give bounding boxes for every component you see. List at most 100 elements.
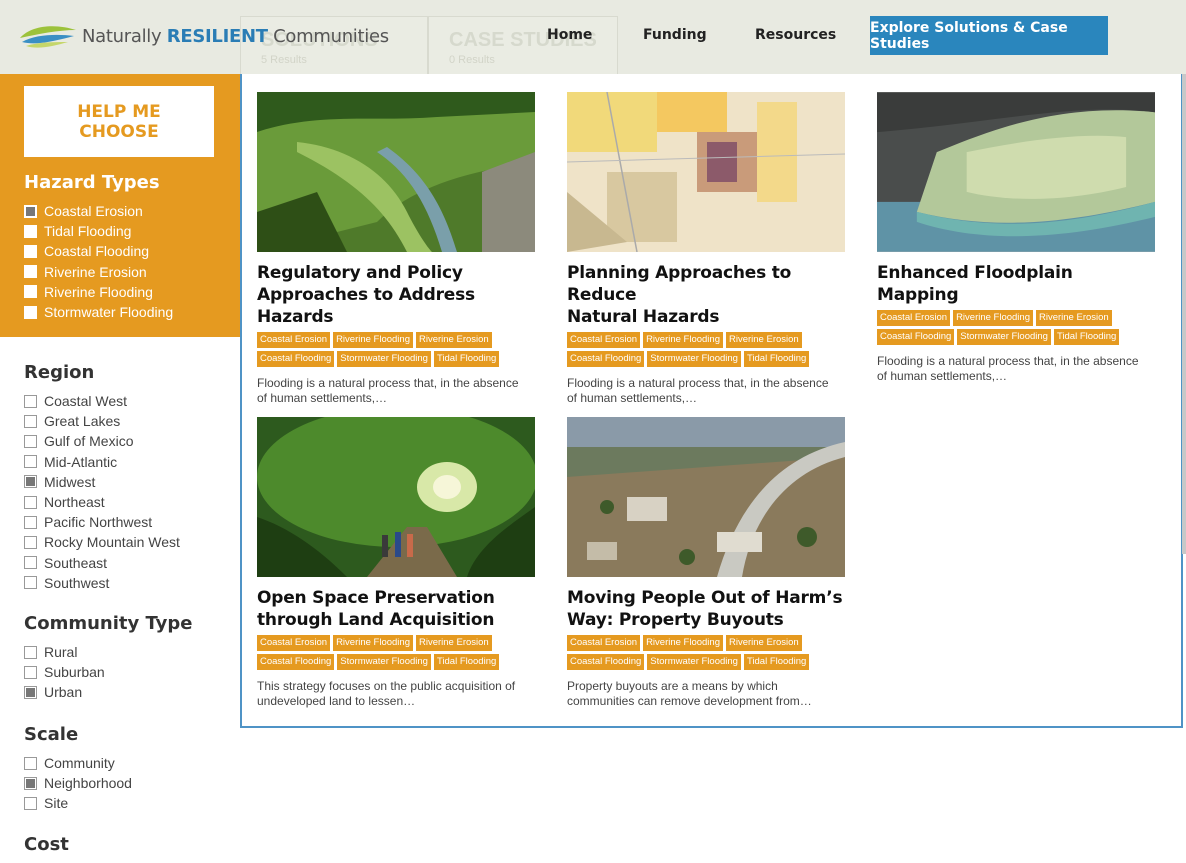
hazard-tag[interactable]: Stormwater Flooding	[647, 351, 741, 367]
checkbox[interactable]	[24, 495, 37, 509]
nav-home[interactable]: Home	[547, 27, 592, 43]
hazard-tag[interactable]: Riverine Erosion	[726, 332, 802, 348]
checkbox[interactable]	[24, 776, 37, 790]
hazard-tag[interactable]: Coastal Erosion	[567, 332, 641, 348]
hazard-tag[interactable]: Riverine Erosion	[416, 635, 492, 651]
filter-option[interactable]: Coastal Erosion	[24, 201, 173, 221]
filter-option[interactable]: Neighborhood	[24, 773, 132, 793]
filter-option[interactable]: Northeast	[24, 492, 180, 512]
filter-hazard-types: Hazard Types Coastal Erosion Tidal Floodin…	[24, 172, 173, 322]
filter-option[interactable]: Pacific Northwest	[24, 512, 180, 532]
checkbox[interactable]	[24, 434, 37, 448]
hazard-tag[interactable]: Tidal Flooding	[1053, 329, 1120, 345]
checkbox[interactable]	[24, 576, 37, 590]
filter-group-title: Community Type	[24, 613, 193, 634]
checkbox[interactable]	[24, 244, 37, 258]
filter-option[interactable]: Southwest	[24, 573, 180, 593]
card-image[interactable]	[567, 417, 845, 577]
checkbox[interactable]	[24, 645, 37, 659]
filter-option[interactable]: Great Lakes	[24, 411, 180, 431]
hazard-tag[interactable]: Tidal Flooding	[743, 351, 810, 367]
checkbox[interactable]	[24, 285, 37, 299]
hazard-tag[interactable]: Tidal Flooding	[743, 654, 810, 670]
checkbox[interactable]	[24, 665, 37, 679]
nav-resources[interactable]: Resources	[755, 27, 836, 43]
checkbox[interactable]	[24, 204, 37, 218]
hazard-tag[interactable]: Riverine Erosion	[416, 332, 492, 348]
filter-option[interactable]: Riverine Erosion	[24, 262, 173, 282]
hazard-tag[interactable]: Riverine Flooding	[643, 635, 723, 651]
hazard-tag[interactable]: Coastal Flooding	[567, 351, 645, 367]
hazard-tag[interactable]: Riverine Flooding	[953, 310, 1033, 326]
hazard-tag[interactable]: Stormwater Flooding	[957, 329, 1051, 345]
filter-option[interactable]: Midwest	[24, 472, 180, 492]
filter-option[interactable]: Riverine Flooding	[24, 282, 173, 302]
hazard-tag[interactable]: Riverine Flooding	[643, 332, 723, 348]
hazard-tag[interactable]: Tidal Flooding	[433, 351, 500, 367]
checkbox[interactable]	[24, 556, 37, 570]
hazard-tag[interactable]: Coastal Flooding	[257, 654, 335, 670]
filter-option[interactable]: Coastal Flooding	[24, 241, 173, 261]
hazard-tag[interactable]: Tidal Flooding	[433, 654, 500, 670]
solution-card[interactable]: Moving People Out of Harm’s Way: Property…	[567, 417, 845, 709]
filter-option[interactable]: Stormwater Flooding	[24, 302, 173, 322]
hazard-tag[interactable]: Stormwater Flooding	[337, 351, 431, 367]
card-title[interactable]: Moving People Out of Harm’s Way: Property…	[567, 587, 845, 631]
filter-option[interactable]: Rural	[24, 642, 192, 662]
card-image[interactable]	[257, 92, 535, 252]
filter-option[interactable]: Suburban	[24, 662, 192, 682]
card-title[interactable]: Enhanced Floodplain Mapping	[877, 262, 1155, 306]
checkbox[interactable]	[24, 475, 37, 489]
filter-option[interactable]: Community	[24, 753, 132, 773]
filter-option[interactable]: Coastal West	[24, 391, 180, 411]
filter-option[interactable]: Southeast	[24, 553, 180, 573]
checkbox[interactable]	[24, 414, 37, 428]
hazard-tag[interactable]: Coastal Flooding	[567, 654, 645, 670]
hazard-tag[interactable]: Riverine Flooding	[333, 332, 413, 348]
card-title[interactable]: Open Space Preservation through Land Acqu…	[257, 587, 535, 631]
checkbox[interactable]	[24, 265, 37, 279]
checkbox[interactable]	[24, 756, 37, 770]
checkbox[interactable]	[24, 796, 37, 810]
filter-option[interactable]: Rocky Mountain West	[24, 532, 180, 552]
checkbox[interactable]	[24, 224, 37, 238]
help-me-choose-button[interactable]: HELP ME CHOOSE	[24, 86, 214, 157]
solution-card[interactable]: Open Space Preservation through Land Acqu…	[257, 417, 535, 709]
checkbox[interactable]	[24, 535, 37, 549]
solution-card[interactable]: Enhanced Floodplain Mapping Coastal Eros…	[877, 92, 1155, 384]
hazard-tag[interactable]: Riverine Erosion	[726, 635, 802, 651]
hazard-tag[interactable]: Stormwater Flooding	[647, 654, 741, 670]
checkbox[interactable]	[24, 394, 37, 408]
filter-option[interactable]: Gulf of Mexico	[24, 431, 180, 451]
card-title[interactable]: Regulatory and Policy Approaches to Addre…	[257, 262, 535, 328]
checkbox[interactable]	[24, 515, 37, 529]
hazard-tag[interactable]: Coastal Flooding	[257, 351, 335, 367]
checkbox[interactable]	[24, 455, 37, 469]
filter-option[interactable]: Urban	[24, 682, 192, 702]
hazard-tag[interactable]: Coastal Erosion	[257, 635, 331, 651]
card-image[interactable]	[567, 92, 845, 252]
hazard-tag[interactable]: Coastal Erosion	[567, 635, 641, 651]
hazard-tag[interactable]: Coastal Erosion	[877, 310, 951, 326]
hazard-tag[interactable]: Coastal Erosion	[257, 332, 331, 348]
hazard-tag[interactable]: Riverine Flooding	[333, 635, 413, 651]
nav-funding[interactable]: Funding	[643, 27, 707, 43]
hazard-tag[interactable]: Riverine Erosion	[1036, 310, 1112, 326]
checkbox[interactable]	[24, 685, 37, 699]
filter-group-title: Region	[24, 362, 95, 383]
explore-solutions-button[interactable]: Explore Solutions & Case Studies	[870, 16, 1108, 55]
checkbox[interactable]	[24, 305, 37, 319]
card-description: Flooding is a natural process that, in t…	[567, 376, 829, 405]
filter-option[interactable]: Site	[24, 793, 132, 813]
solution-card[interactable]: Planning Approaches to Reduce Natural Haz…	[567, 92, 845, 406]
filter-option[interactable]: Mid-Atlantic	[24, 452, 180, 472]
hazard-tag[interactable]: Stormwater Flooding	[337, 654, 431, 670]
card-tags: Coastal Erosion Riverine Flooding Riverine…	[257, 332, 535, 367]
hazard-tag[interactable]: Coastal Flooding	[877, 329, 955, 345]
card-image[interactable]	[257, 417, 535, 577]
card-image[interactable]	[877, 92, 1155, 252]
page-scrollbar[interactable]	[1182, 74, 1186, 554]
filter-option[interactable]: Tidal Flooding	[24, 221, 173, 241]
card-title[interactable]: Planning Approaches to Reduce Natural Haz…	[567, 262, 845, 328]
solution-card[interactable]: Regulatory and Policy Approaches to Addre…	[257, 92, 535, 406]
